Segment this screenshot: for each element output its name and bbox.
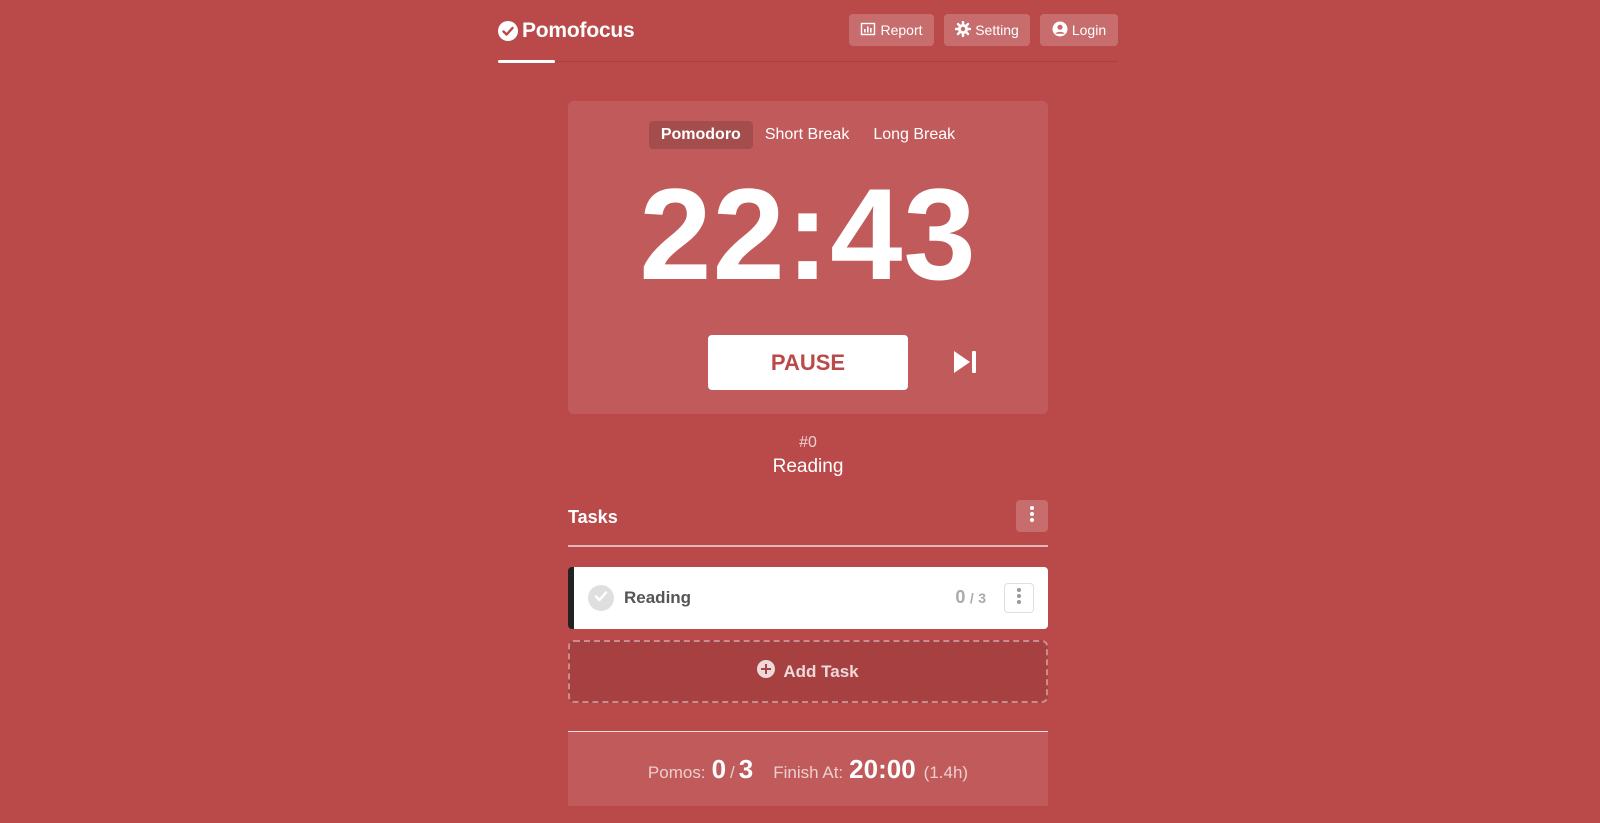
app-name: Pomofocus [522,19,635,42]
gear-icon [955,20,972,40]
report-button[interactable]: Report [849,14,934,46]
task-pomo-count: 0 / 3 [955,587,986,608]
tab-long-break[interactable]: Long Break [861,121,967,149]
tasks-menu-button[interactable] [1016,500,1048,532]
task-check-button[interactable] [588,585,614,611]
finish-time: 20:00 [849,754,916,784]
setting-button[interactable]: Setting [944,14,1030,46]
check-icon [594,589,608,608]
pomos-label: Pomos: [647,763,706,782]
login-label: Login [1071,22,1107,38]
user-circle-icon [1052,21,1068,40]
finish-hours: (1.4h) [923,763,969,782]
task-item[interactable]: Reading 0 / 3 [568,567,1048,629]
check-circle-icon [498,21,518,41]
timer-progress-bar [498,60,555,63]
task-count-separator: / [969,590,974,606]
task-more-button[interactable] [1004,583,1034,613]
pomos-total: 3 [738,754,754,784]
plus-circle-icon [757,660,776,683]
finish-label: Finish At: [773,763,844,782]
skip-next-icon[interactable] [952,349,978,375]
vertical-dots-icon [1029,505,1035,528]
brand[interactable]: Pomofocus [498,18,635,44]
pomos-done: 0 [711,754,727,784]
timer-display: 22:43 [639,161,977,307]
add-task-label: Add Task [783,661,859,681]
app-page: Pomofocus Report Setting Login Pomodoro … [0,0,1600,823]
mode-tabs: Pomodoro Short Break Long Break [568,121,1048,149]
task-done-count: 0 [955,587,966,607]
pomos-summary: Pomos: 0 / 3 Finish At: 20:00 (1.4h) [568,731,1048,806]
tasks-title: Tasks [568,507,618,527]
timer-card: Pomodoro Short Break Long Break 22:43 PA… [568,101,1048,414]
setting-label: Setting [975,22,1019,38]
pause-button[interactable]: PAUSE [708,335,908,390]
header: Pomofocus Report Setting Login [498,0,1118,63]
tasks-header: Tasks [568,500,1048,547]
tab-short-break[interactable]: Short Break [753,121,861,149]
tab-pomodoro[interactable]: Pomodoro [648,121,753,149]
vertical-dots-icon [1016,587,1022,610]
login-button[interactable]: Login [1040,14,1118,46]
pomos-separator: / [730,763,735,782]
current-task-name: Reading [772,456,844,477]
report-icon [860,21,876,40]
task-name: Reading [624,588,692,607]
pomodoro-count: #0 [799,434,817,451]
task-estimate: 3 [978,590,986,606]
add-task-button[interactable]: Add Task [568,640,1048,703]
report-label: Report [880,22,923,38]
